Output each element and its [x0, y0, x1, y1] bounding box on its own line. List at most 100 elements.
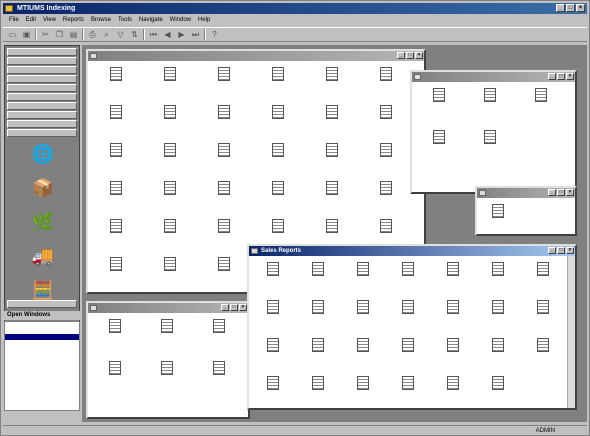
title-bar[interactable]: MTIUMS Indexing _ □ ×	[3, 3, 587, 14]
report-item[interactable]	[306, 105, 358, 121]
report-item[interactable]	[360, 67, 412, 83]
report-item[interactable]	[306, 181, 358, 197]
report-item[interactable]	[476, 338, 519, 354]
paste-icon[interactable]: ▤	[68, 30, 79, 40]
report-item[interactable]	[252, 219, 304, 235]
report-item[interactable]	[198, 105, 250, 121]
report-item[interactable]	[90, 319, 140, 335]
window-title-bar[interactable]: _ □ ×	[88, 303, 248, 313]
report-item[interactable]	[144, 219, 196, 235]
report-item[interactable]	[479, 204, 517, 220]
minimize-button[interactable]: _	[221, 304, 229, 311]
maximize-button[interactable]: □	[557, 73, 565, 80]
report-item[interactable]	[252, 143, 304, 159]
nav-category-button[interactable]	[7, 84, 77, 92]
menu-item-window[interactable]: Window	[170, 15, 191, 25]
report-item[interactable]	[296, 376, 339, 392]
menu-item-help[interactable]: Help	[198, 15, 210, 25]
preview-icon[interactable]: ⌕	[101, 30, 112, 40]
report-item[interactable]	[414, 130, 463, 146]
report-item[interactable]	[90, 67, 142, 83]
report-item[interactable]	[306, 143, 358, 159]
report-item[interactable]	[465, 88, 514, 104]
menu-item-file[interactable]: File	[9, 15, 19, 25]
report-item[interactable]	[198, 219, 250, 235]
nav-category-button[interactable]	[7, 111, 77, 119]
sales-reports-window[interactable]: Sales Reports _ □ ×	[247, 244, 577, 410]
report-item[interactable]	[90, 181, 142, 197]
minimize-button[interactable]: _	[548, 247, 556, 254]
maximize-button[interactable]: □	[406, 52, 414, 59]
report-item[interactable]	[476, 376, 519, 392]
report-item[interactable]	[386, 300, 429, 316]
nav-shortcut[interactable]: 🌐	[5, 144, 81, 165]
nav-category-button[interactable]	[7, 75, 77, 83]
nav-category-button[interactable]	[7, 57, 77, 65]
nav-category-button[interactable]	[7, 93, 77, 101]
maximize-button[interactable]: □	[557, 247, 565, 254]
report-item[interactable]	[306, 67, 358, 83]
maximize-button[interactable]: □	[230, 304, 238, 311]
report-item[interactable]	[142, 361, 192, 377]
window-title-bar[interactable]: _ □ ×	[477, 188, 575, 198]
report-item[interactable]	[431, 376, 474, 392]
report-item[interactable]	[198, 67, 250, 83]
save-icon[interactable]: ▣	[21, 30, 32, 40]
report-item[interactable]	[431, 262, 474, 278]
report-item[interactable]	[465, 130, 514, 146]
report-item[interactable]	[296, 262, 339, 278]
report-item[interactable]	[341, 300, 384, 316]
minimize-button[interactable]: _	[548, 189, 556, 196]
maximize-button[interactable]: □	[557, 189, 565, 196]
open-windows-list[interactable]	[4, 321, 80, 411]
report-item[interactable]	[521, 338, 564, 354]
report-item[interactable]	[431, 300, 474, 316]
report-item[interactable]	[198, 143, 250, 159]
vertical-scrollbar[interactable]	[567, 256, 575, 408]
report-item[interactable]	[144, 181, 196, 197]
report-item[interactable]	[252, 105, 304, 121]
nav-category-button[interactable]	[7, 48, 77, 56]
report-item[interactable]	[194, 319, 244, 335]
report-item[interactable]	[252, 181, 304, 197]
report-item[interactable]	[341, 376, 384, 392]
window-title-bar[interactable]: _ □ ×	[412, 72, 575, 82]
report-item[interactable]	[144, 257, 196, 273]
report-item[interactable]	[251, 262, 294, 278]
report-item[interactable]	[296, 300, 339, 316]
minimize-button[interactable]: _	[548, 73, 556, 80]
report-item[interactable]	[360, 143, 412, 159]
report-item[interactable]	[198, 257, 250, 273]
close-button[interactable]: ×	[239, 304, 247, 311]
last-record-icon[interactable]: ⏭	[190, 30, 201, 40]
report-item[interactable]	[90, 105, 142, 121]
report-item[interactable]	[476, 262, 519, 278]
minimize-button[interactable]: _	[556, 4, 565, 12]
report-item[interactable]	[521, 300, 564, 316]
report-item[interactable]	[414, 88, 463, 104]
report-item[interactable]	[144, 143, 196, 159]
help-icon[interactable]: ?	[209, 30, 220, 40]
menu-item-navigate[interactable]: Navigate	[139, 15, 163, 25]
report-item[interactable]	[144, 105, 196, 121]
purchasing-reports-window[interactable]: _ □ ×	[86, 301, 250, 419]
report-item[interactable]	[251, 300, 294, 316]
nav-shortcut[interactable]: 🧮	[5, 280, 81, 301]
nav-shortcut[interactable]: 🌿	[5, 212, 81, 233]
copy-icon[interactable]: ❐	[54, 30, 65, 40]
close-button[interactable]: ×	[566, 73, 574, 80]
nav-category-button[interactable]	[7, 120, 77, 128]
first-record-icon[interactable]: ⏮	[148, 30, 159, 40]
menu-item-browse[interactable]: Browse	[91, 15, 111, 25]
window-title-bar[interactable]: _ □ ×	[88, 51, 424, 61]
report-item[interactable]	[90, 219, 142, 235]
menu-item-edit[interactable]: Edit	[26, 15, 36, 25]
report-item[interactable]	[476, 300, 519, 316]
engineering-reports-window[interactable]: _ □ ×	[410, 70, 577, 194]
filter-icon[interactable]: ▽	[115, 30, 126, 40]
close-button[interactable]: ×	[415, 52, 423, 59]
nav-admin-button[interactable]	[7, 300, 77, 308]
report-item[interactable]	[90, 361, 140, 377]
report-item[interactable]	[251, 376, 294, 392]
report-item[interactable]	[90, 257, 142, 273]
